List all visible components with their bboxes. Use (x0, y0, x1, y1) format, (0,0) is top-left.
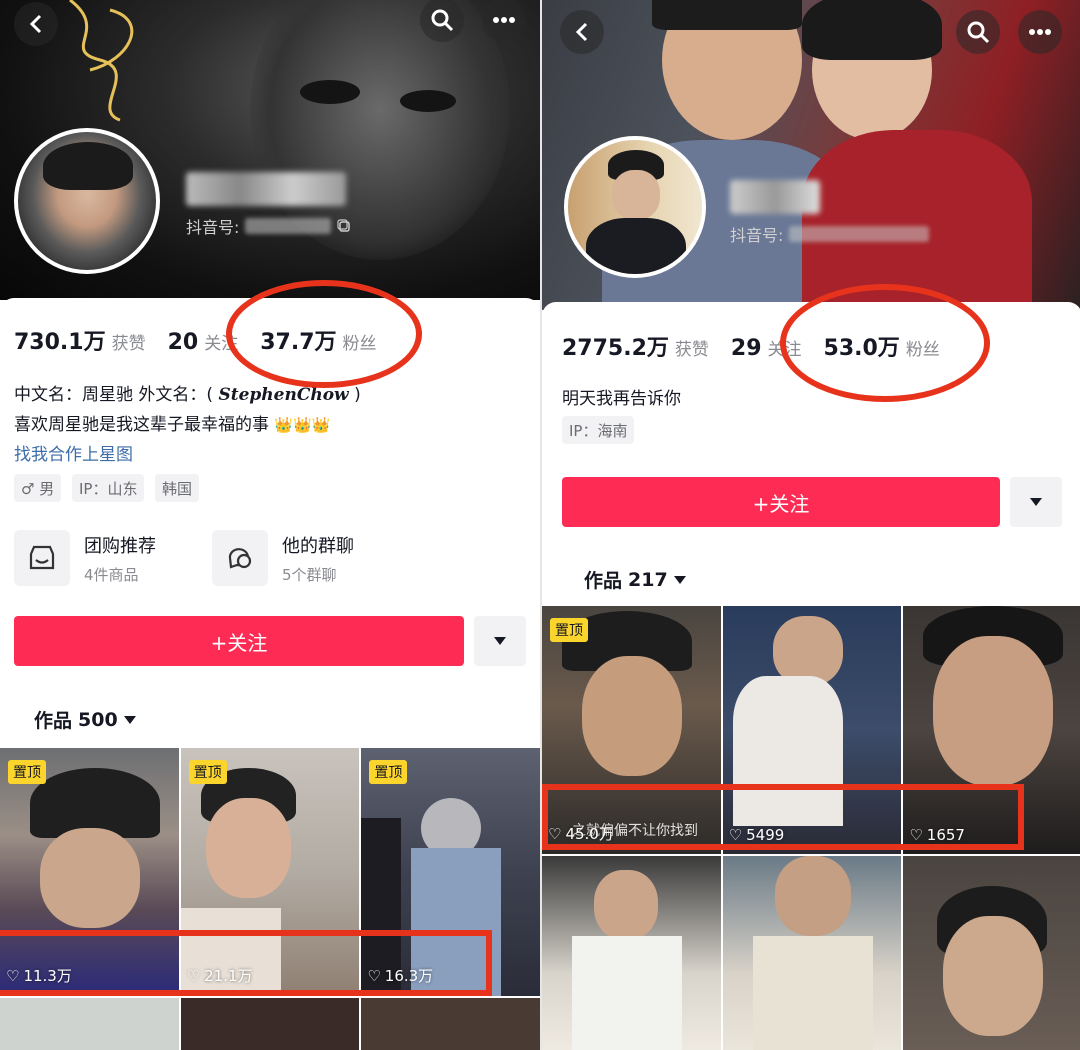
group-buy-count: 4件商品 (84, 565, 139, 584)
shop-icon (29, 545, 55, 570)
highlight-rect-likes (542, 784, 1024, 850)
works-label: 作品 (34, 710, 73, 732)
highlight-oval-followers (226, 280, 422, 388)
video-grid: 置顶 ♡ 11.3万 置顶 ♡ 21.1万 置顶 ♡ 16.3万 (0, 748, 540, 1050)
following-count[interactable]: 29 (731, 336, 762, 361)
search-icon (431, 9, 454, 32)
back-button[interactable] (560, 10, 604, 54)
left-profile-screen: 抖音号: 730.1万 获赞 20 关注 37.7万 粉丝 中文名：周星驰 外文… (0, 0, 540, 1050)
pinned-badge: 置顶 (550, 618, 588, 642)
more-button[interactable] (1018, 10, 1062, 54)
video-thumbnail[interactable] (542, 856, 721, 1050)
chat-icon (228, 548, 252, 569)
profile-cover: 抖音号: (0, 0, 540, 300)
ip-tag: IP：海南 (562, 416, 635, 444)
avatar[interactable] (564, 136, 706, 278)
bio-english-name: StephenChow (218, 385, 349, 405)
video-thumbnail[interactable] (361, 998, 540, 1050)
ellipsis-icon (493, 17, 515, 23)
video-thumbnail[interactable] (903, 856, 1080, 1050)
profile-cover: 抖音号: (542, 0, 1080, 310)
bio-text: 喜欢周星驰是我这辈子最幸福的事 (14, 415, 269, 435)
blurred-nickname (186, 172, 346, 206)
pinned-badge: 置顶 (369, 760, 408, 784)
works-count: 217 (628, 568, 668, 591)
video-thumbnail[interactable] (722, 856, 902, 1050)
caret-down-icon (1030, 498, 1042, 506)
douyin-id-row[interactable]: 抖音号: (730, 222, 930, 246)
more-options-button[interactable] (1010, 477, 1062, 527)
chevron-left-icon (575, 22, 588, 42)
right-profile-screen: 抖音号: 2775.2万 获赞 29 关注 53.0万 粉丝 明天我再告诉你 I… (540, 0, 1080, 1050)
likes-label: 获赞 (111, 334, 146, 354)
caret-down-icon (673, 575, 686, 584)
douyin-id-row[interactable]: 抖音号: (186, 214, 351, 238)
back-button[interactable] (14, 2, 58, 46)
business-link[interactable]: 找我合作上星图 (14, 440, 133, 465)
group-buy-entry[interactable]: 团购推荐 4件商品 (14, 530, 156, 586)
highlight-rect-likes (0, 930, 492, 996)
crown-emoji: 👑👑👑 (274, 416, 331, 434)
more-button[interactable] (482, 0, 526, 42)
highlight-oval-followers (780, 284, 990, 402)
works-count: 500 (78, 708, 118, 731)
avatar[interactable] (14, 128, 160, 274)
group-chat-count: 5个群聊 (282, 565, 337, 584)
search-button[interactable] (420, 0, 464, 42)
region-tag: 韩国 (155, 474, 200, 502)
group-chat-title: 他的群聊 (282, 535, 354, 557)
video-thumbnail[interactable] (0, 998, 179, 1050)
blurred-douyin-id (789, 226, 930, 242)
douyin-id-label: 抖音号: (730, 226, 784, 245)
works-tab[interactable]: 作品 217 (584, 566, 686, 593)
follow-button[interactable]: +关注 (14, 616, 464, 666)
caret-down-icon (494, 637, 506, 645)
bio-paren: ) (354, 385, 361, 405)
pinned-badge: 置顶 (188, 760, 227, 784)
pinned-badge: 置顶 (8, 760, 46, 784)
caret-down-icon (123, 715, 136, 724)
follow-button[interactable]: +关注 (562, 477, 1000, 527)
bio-line-2: 喜欢周星驰是我这辈子最幸福的事 👑👑👑 (14, 410, 330, 435)
group-buy-title: 团购推荐 (84, 535, 156, 557)
bio-name-text: 中文名：周星驰 外文名：( (14, 385, 214, 405)
following-count[interactable]: 20 (168, 330, 199, 355)
chevron-left-icon (29, 14, 42, 34)
video-thumbnail[interactable] (180, 998, 360, 1050)
more-options-button[interactable] (474, 616, 526, 666)
likes-count: 2775.2万 (562, 336, 669, 361)
likes-label: 获赞 (674, 340, 709, 360)
works-tab[interactable]: 作品 500 (34, 706, 136, 733)
works-label: 作品 (584, 570, 623, 592)
search-button[interactable] (956, 10, 1000, 54)
bio-line-1: 明天我再告诉你 (562, 389, 681, 409)
gold-signature-decoration (69, 0, 134, 122)
douyin-id-label: 抖音号: (186, 218, 240, 237)
blurred-nickname (730, 180, 820, 214)
blurred-douyin-id (245, 218, 332, 234)
search-icon (967, 21, 990, 44)
copy-icon[interactable] (337, 219, 351, 233)
group-chat-entry[interactable]: 他的群聊 5个群聊 (212, 530, 354, 586)
ellipsis-icon (1029, 29, 1051, 35)
likes-count: 730.1万 (14, 330, 106, 355)
gender-tag: ♂ 男 (14, 474, 62, 502)
ip-tag: IP：山东 (72, 474, 145, 502)
